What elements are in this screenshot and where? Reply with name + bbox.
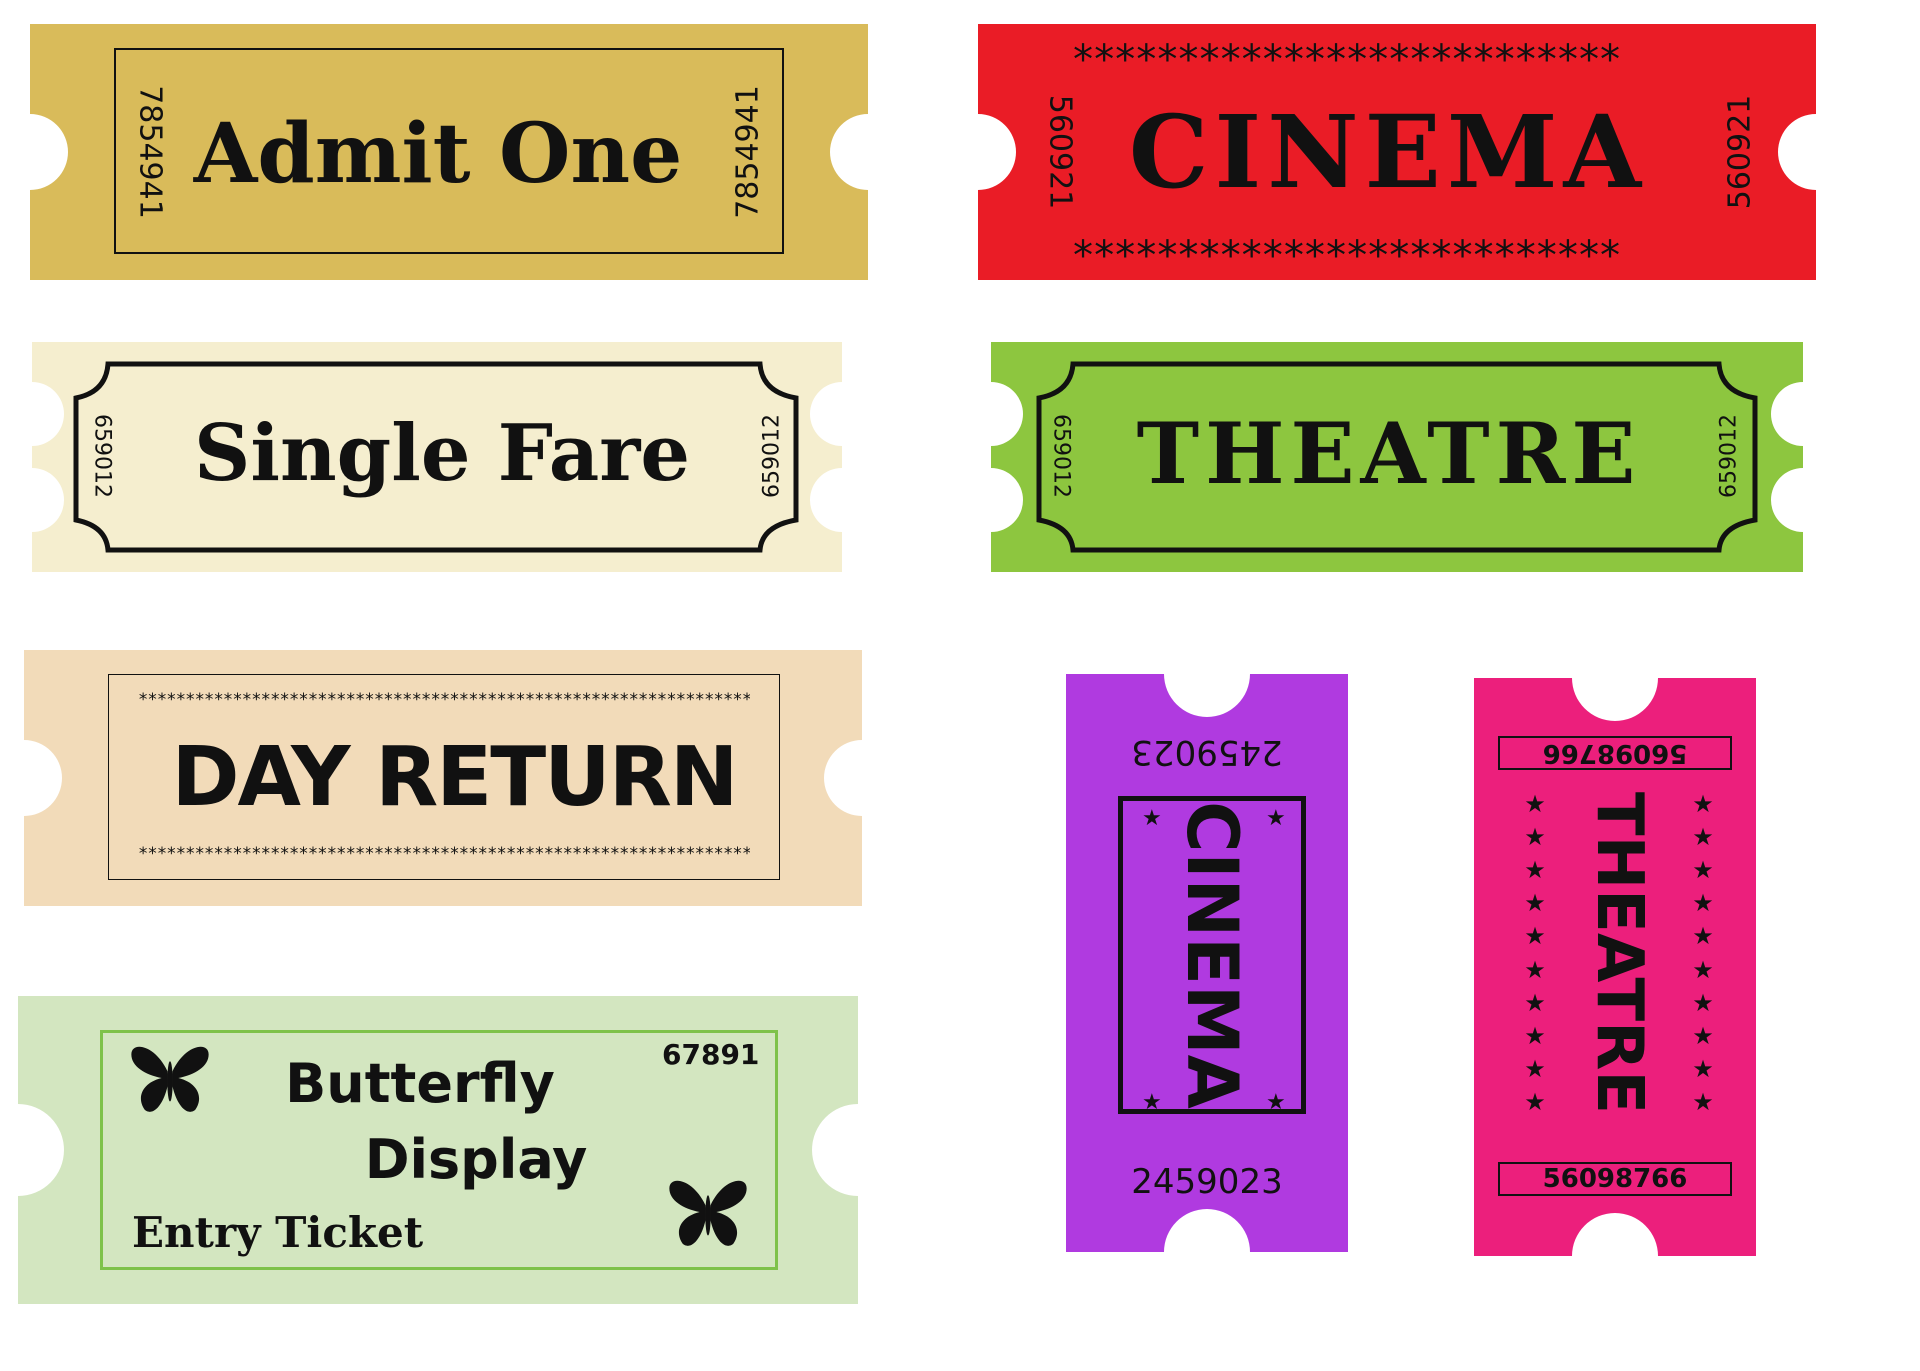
star-icon: ★ — [1692, 1087, 1714, 1116]
ticket-admit-one-title: Admit One — [193, 106, 683, 202]
star-icon: ★ — [1266, 1090, 1286, 1115]
star-icon: ★ — [1692, 1054, 1714, 1083]
ticket-theatre-pink-stars-right: ★ ★ ★ ★ ★ ★ ★ ★ ★ ★ — [1690, 792, 1716, 1114]
star-icon: ★ — [1524, 889, 1546, 918]
star-icon: ★ — [1524, 1087, 1546, 1116]
star-icon: ★ — [1692, 955, 1714, 984]
ticket-cinema-purple-number-top: 2459023 — [1131, 732, 1283, 772]
star-icon: ★ — [1692, 889, 1714, 918]
ticket-theatre-pink-number-top: 56098766 — [1542, 738, 1688, 768]
star-icon: ★ — [1524, 823, 1546, 852]
ticket-day-return: ****************************************… — [24, 650, 862, 906]
ticket-butterfly-title-line2: Display — [364, 1128, 588, 1191]
ticket-theatre-pink-number-bottom: 56098766 — [1542, 1164, 1688, 1194]
star-icon: ★ — [1524, 988, 1546, 1017]
ticket-theatre-pink-title: THEATRE — [1582, 791, 1656, 1115]
ticket-day-return-stars-top: ****************************************… — [138, 692, 750, 709]
ticket-theatre-green-title: THEATRE — [1136, 404, 1642, 503]
star-icon: ★ — [1524, 1054, 1546, 1083]
ticket-cinema-red: ************************** *************… — [978, 24, 1816, 280]
ticket-admit-one-number-left: 7854941 — [132, 85, 168, 219]
ticket-theatre-pink-stars-left: ★ ★ ★ ★ ★ ★ ★ ★ ★ ★ — [1522, 792, 1548, 1114]
star-icon: ★ — [1524, 1021, 1546, 1050]
star-icon: ★ — [1692, 922, 1714, 951]
ticket-theatre-green-number-right: 659012 — [1716, 414, 1742, 498]
ticket-cinema-purple: 2459023 ★ ★ ★ ★ CINEMA 2459023 — [1066, 674, 1348, 1252]
star-icon: ★ — [1692, 823, 1714, 852]
ticket-theatre-green: 659012 659012 THEATRE — [991, 342, 1803, 572]
star-icon: ★ — [1524, 922, 1546, 951]
ticket-cinema-red-title: CINEMA — [1128, 93, 1648, 211]
star-icon: ★ — [1692, 1021, 1714, 1050]
ticket-admit-one-number-right: 7854941 — [730, 85, 766, 219]
ticket-butterfly-number: 67891 — [662, 1038, 760, 1071]
ticket-theatre-green-number-left: 659012 — [1048, 414, 1074, 498]
ticket-single-fare-number-right: 659012 — [759, 414, 785, 498]
ticket-cinema-red-number-left: 560921 — [1042, 94, 1078, 210]
ticket-cinema-purple-number-bottom: 2459023 — [1131, 1162, 1283, 1202]
ticket-theatre-pink: 56098766 ★ ★ ★ ★ ★ ★ ★ ★ ★ ★ ★ ★ ★ ★ ★ ★ ★ ★ ★ ★ THEATRE 5… — [1474, 678, 1756, 1256]
ticket-single-fare-title: Single Fare — [194, 408, 690, 499]
ticket-butterfly: 67891 Butterfly Display Entry Ticket — [18, 996, 858, 1304]
ticket-day-return-title: DAY RETURN — [171, 730, 738, 825]
star-icon: ★ — [1524, 856, 1546, 885]
butterfly-icon — [669, 1180, 747, 1246]
ticket-day-return-stars-bottom: ****************************************… — [138, 846, 750, 863]
ticket-single-fare: 659012 659012 Single Fare — [32, 342, 842, 572]
ticket-single-fare-number-left: 659012 — [89, 414, 115, 498]
ticket-cinema-red-number-right: 560921 — [1722, 94, 1758, 210]
ticket-admit-one: 7854941 7854941 Admit One — [30, 24, 868, 280]
star-icon: ★ — [1142, 1090, 1162, 1115]
ticket-butterfly-subtitle: Entry Ticket — [132, 1208, 424, 1257]
star-icon: ★ — [1524, 790, 1546, 818]
ticket-butterfly-title-line1: Butterfly — [285, 1052, 555, 1115]
star-icon: ★ — [1692, 988, 1714, 1017]
star-icon: ★ — [1524, 955, 1546, 984]
star-icon: ★ — [1266, 806, 1286, 831]
star-icon: ★ — [1692, 856, 1714, 885]
ticket-cinema-purple-title: CINEMA — [1171, 801, 1253, 1109]
star-icon: ★ — [1142, 806, 1162, 831]
ticket-cinema-red-stars-top: ************************** — [1071, 40, 1620, 80]
star-icon: ★ — [1692, 790, 1714, 818]
ticket-cinema-red-stars-bottom: ************************** — [1071, 236, 1620, 276]
butterfly-icon — [131, 1046, 209, 1112]
